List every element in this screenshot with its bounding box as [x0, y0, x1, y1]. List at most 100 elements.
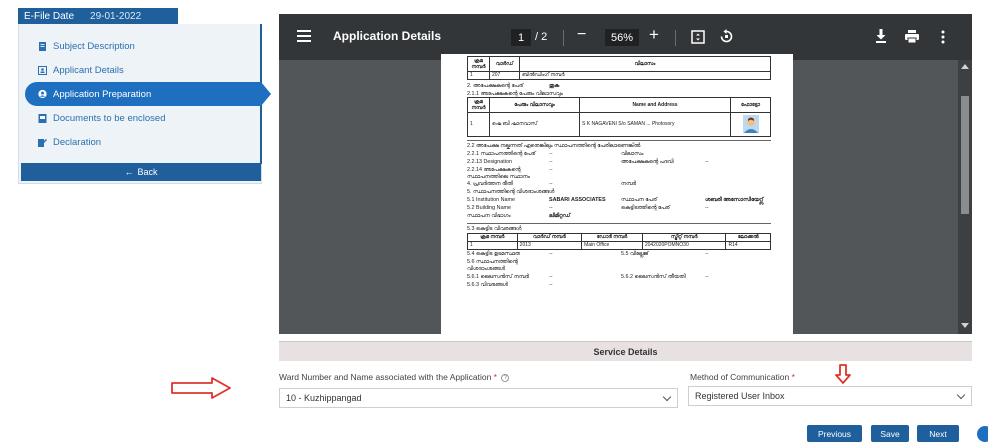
previous-button[interactable]: Previous: [807, 425, 862, 442]
table-cell: 207: [489, 70, 520, 80]
red-arrow-right-icon: [170, 377, 232, 404]
sidebar-item-documents[interactable]: Documents to be enclosed: [19, 106, 261, 130]
field-label: 5.6 സ്ഥാപനത്തിന്റെ വിശദാംശങ്ങൾ: [467, 259, 518, 273]
method-select-value: Registered User Inbox: [695, 391, 785, 401]
sidebar-item-label: Documents to be enclosed: [53, 112, 166, 124]
ward-field-label: Ward Number and Name associated with the…: [279, 372, 510, 382]
file-icon: [38, 41, 47, 51]
field-value: --: [549, 251, 553, 258]
field-value: SABARI ASSOCIATES: [549, 197, 606, 204]
ward-label-text: Ward Number and Name associated with the…: [279, 372, 492, 382]
page-total: / 2: [535, 31, 548, 43]
field-label: 5.6.2 ലൈസൻസ് തീയതി: [621, 274, 686, 280]
document-icon: [38, 113, 47, 123]
table-cell: R14: [725, 240, 771, 251]
document-row: 5.3 കെട്ടിട വിവരങ്ങൾ: [467, 226, 771, 233]
ward-select[interactable]: 10 - Kuzhippangad: [279, 388, 678, 408]
scroll-up-icon[interactable]: [961, 64, 969, 69]
section-divider: [467, 139, 771, 141]
section-divider: [467, 222, 771, 224]
table-cell: 1: [467, 70, 490, 80]
document-row: 2.2 അപേക്ഷ നല്കുന്നത് ഏതെങ്കിലും സ്ഥാപനത…: [467, 143, 771, 150]
id-card-icon: [38, 65, 47, 75]
field-label: 2. അപേക്ഷകന്റെ പേര്: [467, 82, 524, 89]
rotate-icon[interactable]: [719, 29, 734, 49]
table-header: ഡോർ നമ്പർ: [581, 232, 643, 242]
arrow-left-icon: ←: [124, 167, 134, 177]
document-row: 5.6.1 ലൈസൻസ് നമ്പർ -- 5.6.2 ലൈസൻസ് തീയതി --: [467, 274, 771, 281]
table-header: വാർഡ് നമ്പർ: [516, 232, 583, 242]
document-row: 5.4 കെട്ടിട ഉടമസ്ഥത -- 5.5 വില്ലേജ് --: [467, 251, 771, 258]
zoom-in-button[interactable]: +: [649, 25, 659, 45]
document-row: 5.2 Building Name -- കെട്ടിടത്തിന്റെ പേര് -…: [467, 205, 771, 212]
document-row: 2.2.1 സ്ഥാപനത്തിന്റെ പേര് -- വിലാസം: [467, 151, 771, 158]
step-nav: Subject Description Applicant Details Ap…: [19, 34, 271, 154]
table-cell: 1: [467, 111, 490, 137]
field-label: നമ്പർ: [621, 181, 637, 188]
field-label: 2.1.1 അപേക്ഷകന്റെ പേരും വിലാസവും: [467, 90, 563, 97]
owner-table: ക്രമ നമ്പർ പേരും വിലാസവും Name and Addre…: [467, 97, 771, 137]
sidebar-item-declaration[interactable]: Declaration: [19, 130, 261, 154]
method-label-text: Method of Communication: [690, 372, 790, 382]
help-icon[interactable]: [977, 426, 988, 442]
menu-icon[interactable]: [297, 30, 311, 42]
pen-icon: [38, 138, 47, 147]
pdf-scrollbar[interactable]: [958, 60, 972, 334]
sidebar-item-applicant-details[interactable]: Applicant Details: [19, 58, 261, 82]
field-value: --: [705, 251, 709, 258]
field-label: 2.2.13 Designation: [467, 158, 512, 165]
document-row: 4. പ്രവർത്തന രീതി -- നമ്പർ: [467, 181, 771, 188]
download-icon[interactable]: [875, 29, 887, 48]
field-value: തുക: [549, 82, 560, 89]
document-top-table: ക്രമ നമ്പർ വാർഡ് വിലാസം 1 207 ബിൽഡിംഗ് ന…: [467, 56, 771, 80]
owner-name: S K NAGAVENI S/o SAMAN ...: [582, 121, 651, 128]
table-cell: ബിൽഡിംഗ് നമ്പർ: [519, 70, 771, 80]
field-label: സ്ഥാപന വിഭാഗം: [467, 213, 511, 220]
field-label: 5.6.3 വിവരങ്ങൾ: [467, 281, 508, 288]
field-label: അപേക്ഷകന്റെ പദവി: [621, 158, 674, 165]
building-table: ക്രമ നമ്പർ വാർഡ് നമ്പർ ഡോർ നമ്പർ സ്ട്രീറ…: [467, 232, 771, 251]
table-header: Name and Address: [579, 97, 731, 113]
back-button[interactable]: ← Back: [21, 163, 261, 181]
ward-select-value: 10 - Kuzhippangad: [286, 393, 362, 403]
document-row: 5.1 Institution Name SABARI ASSOCIATES സ്ഥ…: [467, 197, 771, 204]
next-button[interactable]: Next: [917, 425, 959, 442]
table-header: പേരും വിലാസവും: [489, 97, 580, 113]
section-heading: 5.3 കെട്ടിട വിവരങ്ങൾ: [467, 225, 522, 232]
sidebar-item-subject-description[interactable]: Subject Description: [19, 34, 261, 58]
chevron-down-icon: [662, 392, 672, 402]
communication-method-select[interactable]: Registered User Inbox: [688, 386, 972, 406]
zoom-out-button[interactable]: −: [577, 26, 586, 44]
print-icon[interactable]: [905, 30, 919, 48]
page-number-input[interactable]: 1: [511, 29, 531, 46]
info-icon[interactable]: ?: [501, 373, 510, 382]
fit-page-icon[interactable]: [691, 30, 705, 49]
document-row: 5.6 സ്ഥാപനത്തിന്റെ വിശദാംശങ്ങൾ: [467, 259, 771, 273]
field-label: വിലാസം: [621, 150, 644, 157]
field-label: 5.2 Building Name: [467, 205, 512, 212]
more-icon[interactable]: [941, 30, 945, 49]
scrollbar-thumb[interactable]: [961, 96, 969, 214]
table-cell: 1: [467, 240, 518, 251]
table-header: ലോക്കൽ: [725, 232, 771, 242]
field-label: 5.4 കെട്ടിട ഉടമസ്ഥത: [467, 251, 520, 258]
document-row: 2.2.14 അപേക്ഷകന്റെ സ്ഥാപനത്തിലെ സ്ഥാനം --: [467, 167, 771, 181]
zoom-level-input[interactable]: 56%: [605, 29, 639, 46]
table-header: ക്രമ നമ്പർ: [467, 97, 490, 113]
efile-date-bar: E-File Date 29-01-2022: [18, 8, 178, 24]
field-value: --: [549, 166, 553, 173]
save-button[interactable]: Save: [871, 425, 909, 442]
back-button-label: Back: [137, 167, 158, 177]
field-value: --: [705, 205, 709, 212]
red-arrow-down-icon: [835, 364, 851, 389]
field-label: 2.2.1 സ്ഥാപനത്തിന്റെ പേര്: [467, 150, 536, 157]
table-header: വാർഡ്: [489, 56, 520, 72]
field-label: [621, 167, 705, 181]
table-cell: Main Office: [581, 240, 643, 251]
scroll-down-icon[interactable]: [961, 323, 969, 328]
field-value: --: [549, 281, 553, 288]
sidebar-item-application-preparation[interactable]: Application Preparation: [25, 82, 271, 106]
table-cell: S K NAGAVENI S/o SAMAN ... Photosory: [579, 111, 731, 137]
table-cell: 2042020POMNO30: [641, 240, 727, 251]
pdf-viewer: Application Details 1 / 2 − 56% + ക്രമ ന…: [279, 14, 972, 334]
